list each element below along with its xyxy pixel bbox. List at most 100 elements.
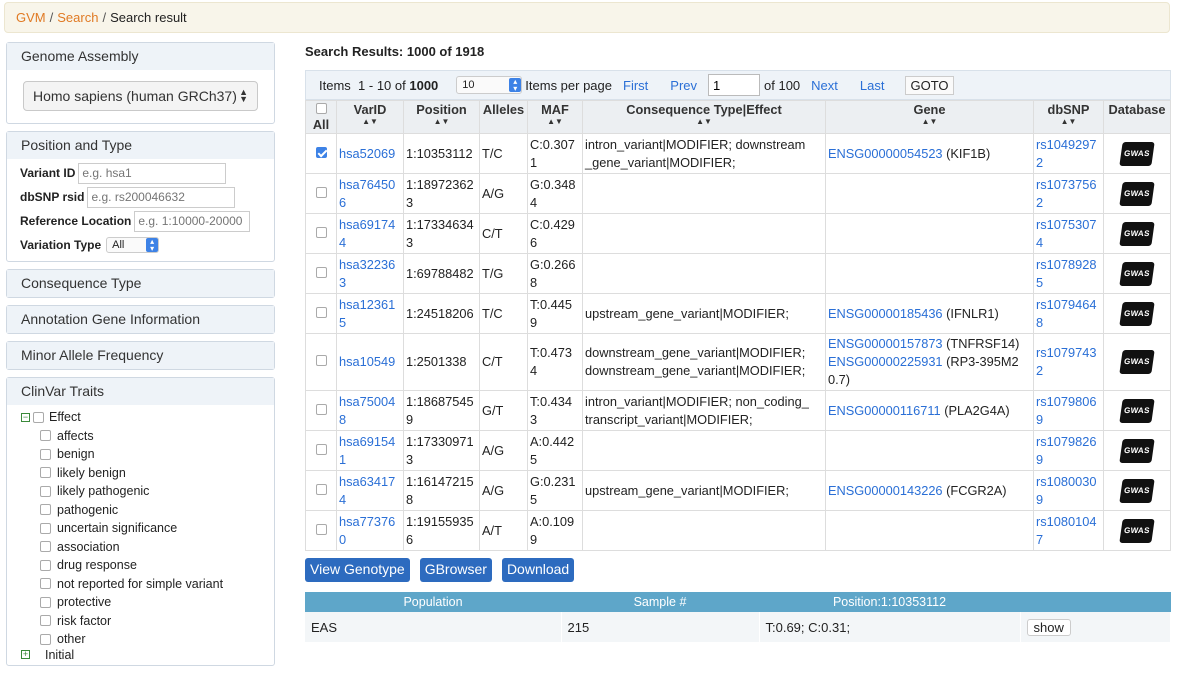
clinvar-item[interactable]: uncertain significance xyxy=(21,519,274,538)
dbsnp-input[interactable] xyxy=(87,186,236,208)
consequence-header[interactable]: Consequence Type|Effect ▲▼ xyxy=(582,100,826,134)
genome-assembly-title[interactable]: Genome Assembly xyxy=(7,43,274,70)
per-page-select[interactable]: 10 ▴ ▾ xyxy=(456,76,523,94)
clinvar-item-checkbox[interactable] xyxy=(40,522,51,534)
dbsnp-link[interactable]: rs1079743 2 xyxy=(1036,345,1096,378)
sort-icon[interactable]: ▲▼ xyxy=(406,117,477,127)
row-checkbox[interactable] xyxy=(315,186,327,198)
sort-icon[interactable]: ▲▼ xyxy=(1036,117,1101,127)
clinvar-item-checkbox[interactable] xyxy=(40,541,51,553)
varid-link[interactable]: hsa77376 0 xyxy=(339,514,395,547)
breadcrumb-home-link[interactable]: GVM xyxy=(16,10,46,25)
breadcrumb-search-link[interactable]: Search xyxy=(57,10,98,25)
clinvar-item-checkbox[interactable] xyxy=(40,430,51,442)
sort-icon[interactable]: ▲▼ xyxy=(585,117,823,127)
row-checkbox[interactable] xyxy=(315,483,327,495)
varid-link[interactable]: hsa63417 4 xyxy=(339,474,395,507)
alleles-header[interactable]: Alleles xyxy=(479,100,528,134)
clinvar-item[interactable]: pathogenic xyxy=(21,501,274,520)
clinvar-item-checkbox[interactable] xyxy=(40,578,51,590)
varid-link[interactable]: hsa10549 xyxy=(339,354,395,369)
clinvar-item-checkbox[interactable] xyxy=(40,485,51,497)
collapse-icon[interactable]: − xyxy=(21,412,30,422)
initial-node[interactable]: + Initial xyxy=(21,648,274,662)
show-button[interactable]: show xyxy=(1026,618,1071,636)
row-checkbox[interactable] xyxy=(315,266,327,278)
prev-page-link[interactable]: Prev xyxy=(670,78,697,93)
expand-icon[interactable]: + xyxy=(21,650,30,659)
varid-link[interactable]: hsa32236 3 xyxy=(339,257,395,290)
varid-header[interactable]: VarID ▲▼ xyxy=(336,100,404,134)
select-all-checkbox[interactable] xyxy=(315,103,327,114)
sort-icon[interactable]: ▲▼ xyxy=(530,117,580,127)
download-button[interactable]: Download xyxy=(501,558,575,582)
clinvar-item[interactable]: drug response xyxy=(21,556,274,575)
page-input[interactable] xyxy=(708,74,761,96)
clinvar-item[interactable]: benign xyxy=(21,445,274,464)
gwas-badge[interactable]: GWAS xyxy=(1119,478,1155,503)
gene-link[interactable]: ENSG00000116711 xyxy=(828,403,941,418)
dbsnp-link[interactable]: rs1080030 9 xyxy=(1036,474,1096,507)
clinvar-item-checkbox[interactable] xyxy=(40,615,51,627)
view-genotype-button[interactable]: View Genotype xyxy=(305,558,410,582)
clinvar-title[interactable]: ClinVar Traits xyxy=(7,378,274,405)
varid-link[interactable]: hsa76450 6 xyxy=(339,177,395,210)
gene-link[interactable]: ENSG00000143226 xyxy=(828,483,943,498)
gwas-badge[interactable]: GWAS xyxy=(1119,221,1155,246)
gene-link[interactable]: ENSG00000225931 xyxy=(828,354,943,369)
clinvar-item-checkbox[interactable] xyxy=(40,504,51,516)
clinvar-item[interactable]: not reported for simple variant xyxy=(21,575,274,594)
dbsnp-link[interactable]: rs1075307 4 xyxy=(1036,217,1096,250)
varid-link[interactable]: hsa69154 1 xyxy=(339,434,395,467)
row-checkbox[interactable] xyxy=(315,226,327,238)
sort-icon[interactable]: ▲▼ xyxy=(339,117,401,127)
clinvar-item-checkbox[interactable] xyxy=(40,467,51,479)
position-header[interactable]: Position ▲▼ xyxy=(403,100,480,134)
clinvar-item[interactable]: likely benign xyxy=(21,464,274,483)
gwas-badge[interactable]: GWAS xyxy=(1119,438,1155,463)
gene-link[interactable]: ENSG00000054523 xyxy=(828,146,943,161)
maf-title[interactable]: Minor Allele Frequency xyxy=(7,342,274,369)
dbsnp-link[interactable]: rs1079806 9 xyxy=(1036,394,1096,427)
gwas-badge[interactable]: GWAS xyxy=(1119,181,1155,206)
clinvar-item-checkbox[interactable] xyxy=(40,633,51,645)
gwas-badge[interactable]: GWAS xyxy=(1119,261,1155,286)
gene-link[interactable]: ENSG00000185436 xyxy=(828,306,943,321)
effect-checkbox[interactable] xyxy=(33,411,44,423)
clinvar-item-checkbox[interactable] xyxy=(40,448,51,460)
reference-location-input[interactable] xyxy=(134,210,251,232)
variation-type-select[interactable]: All ▴ ▾ xyxy=(106,237,160,253)
clinvar-item[interactable]: protective xyxy=(21,593,274,612)
varid-link[interactable]: hsa75004 8 xyxy=(339,394,395,427)
variant-id-input[interactable] xyxy=(78,162,227,184)
gene-link[interactable]: ENSG00000157873 xyxy=(828,336,943,351)
effect-node[interactable]: − Effect xyxy=(21,408,274,427)
position-type-title[interactable]: Position and Type xyxy=(7,132,274,159)
sort-icon[interactable]: ▲▼ xyxy=(828,117,1031,127)
clinvar-item[interactable]: other xyxy=(21,630,274,649)
row-checkbox[interactable] xyxy=(315,403,327,415)
gene-header[interactable]: Gene ▲▼ xyxy=(825,100,1034,134)
genome-assembly-select[interactable]: Homo sapiens (human GRCh37) ▲ ▼ xyxy=(23,81,258,111)
dbsnp-link[interactable]: rs1078928 5 xyxy=(1036,257,1096,290)
gwas-badge[interactable]: GWAS xyxy=(1119,350,1155,374)
next-page-link[interactable]: Next xyxy=(811,78,838,93)
clinvar-item-checkbox[interactable] xyxy=(40,596,51,608)
row-checkbox[interactable] xyxy=(315,523,327,535)
dbsnp-header[interactable]: dbSNP ▲▼ xyxy=(1033,100,1104,134)
gwas-badge[interactable]: GWAS xyxy=(1119,518,1155,543)
clinvar-item[interactable]: affects xyxy=(21,427,274,446)
gbrowser-button[interactable]: GBrowser xyxy=(419,558,492,582)
dbsnp-link[interactable]: rs1080104 7 xyxy=(1036,514,1096,547)
varid-link[interactable]: hsa52069 xyxy=(339,146,395,161)
row-checkbox[interactable] xyxy=(315,306,327,318)
gwas-badge[interactable]: GWAS xyxy=(1119,141,1155,166)
clinvar-item[interactable]: association xyxy=(21,538,274,557)
maf-header[interactable]: MAF ▲▼ xyxy=(527,100,583,134)
first-page-link[interactable]: First xyxy=(623,78,648,93)
select-all-header[interactable]: All xyxy=(305,100,337,134)
clinvar-item[interactable]: likely pathogenic xyxy=(21,482,274,501)
dbsnp-link[interactable]: rs1073756 2 xyxy=(1036,177,1096,210)
last-page-link[interactable]: Last xyxy=(860,78,885,93)
varid-link[interactable]: hsa12361 5 xyxy=(339,297,395,330)
